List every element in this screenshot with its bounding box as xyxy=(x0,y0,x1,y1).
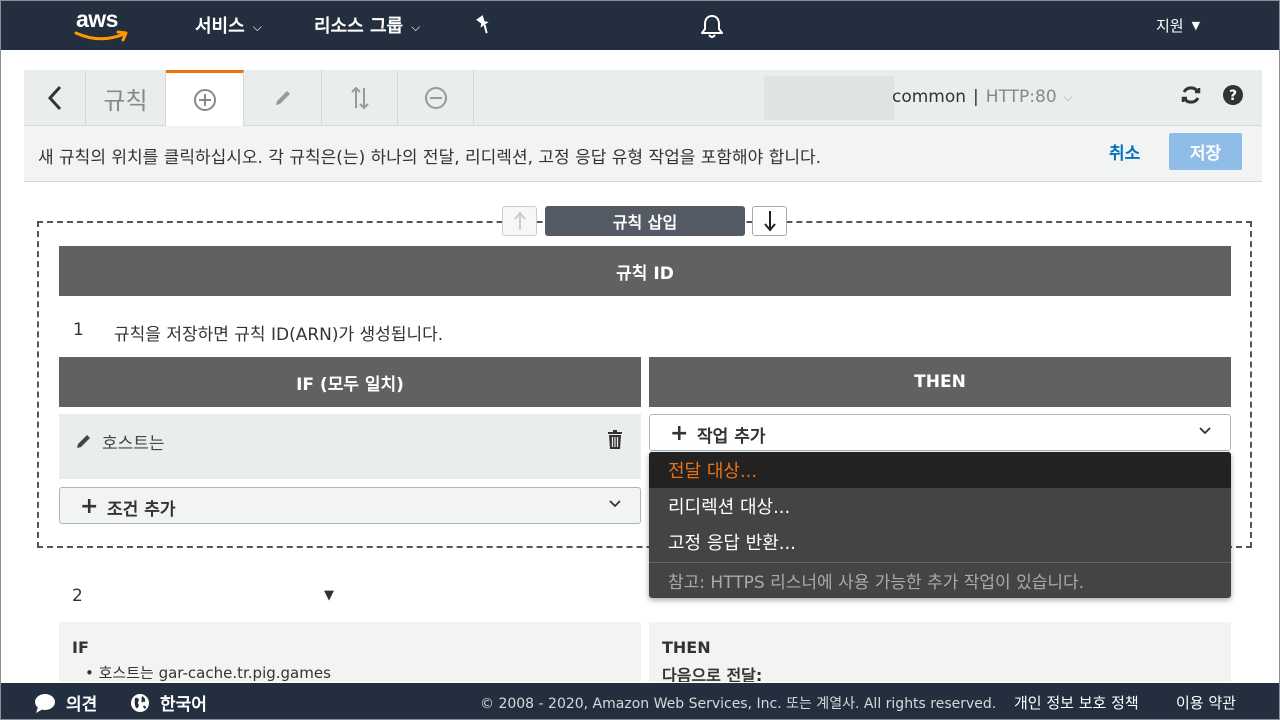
feedback-link[interactable]: 의견 xyxy=(34,690,97,715)
plus-icon: + xyxy=(80,494,99,519)
instruction-bar: 새 규칙의 위치를 클릭하십시오. 각 규칙은(는) 하나의 전달, 리디렉션,… xyxy=(24,126,1262,182)
chevron-down-icon xyxy=(1199,427,1211,435)
trash-icon[interactable] xyxy=(607,430,623,454)
insert-rule-label: 규칙 삽입 xyxy=(545,206,745,236)
menu-note: 참고: HTTPS 리스너에 사용 가능한 추가 작업이 있습니다. xyxy=(649,562,1231,598)
bell-icon[interactable] xyxy=(700,13,724,43)
condition-item[interactable]: 호스트는 xyxy=(59,414,641,479)
rule-number: 1 xyxy=(73,320,84,340)
pencil-icon[interactable] xyxy=(75,432,93,454)
then-header: THEN xyxy=(649,357,1231,407)
language-selector[interactable]: 한국어 xyxy=(130,690,207,715)
arrow-down-icon xyxy=(763,211,776,232)
speech-bubble-icon xyxy=(35,693,55,713)
condition-label: 호스트는 xyxy=(102,434,165,454)
chevron-down-icon: ⌵ xyxy=(252,19,262,34)
back-icon xyxy=(47,85,61,111)
support-menu[interactable]: 지원 ▼ xyxy=(1156,15,1200,36)
save-button[interactable]: 저장 xyxy=(1169,133,1242,170)
top-navigation: aws 서비스 ⌵ 리소스 그룹 ⌵ 지원 ▼ xyxy=(0,0,1280,50)
plus-icon: + xyxy=(670,421,689,446)
add-action-button[interactable]: + 작업 추가 xyxy=(649,414,1231,451)
rule-id-header: 규칙 ID xyxy=(59,246,1231,296)
listener-selector-background xyxy=(764,76,894,120)
add-condition-label: 조건 추가 xyxy=(107,500,176,520)
menu-item-redirect[interactable]: 리디렉션 대상... xyxy=(649,488,1231,524)
services-label: 서비스 xyxy=(195,16,245,37)
cancel-link[interactable]: 취소 xyxy=(1109,139,1140,164)
rule2-if-label: IF xyxy=(72,638,89,657)
instruction-text: 새 규칙의 위치를 클릭하십시오. 각 규칙은(는) 하나의 전달, 리디렉션,… xyxy=(38,148,822,168)
menu-item-fixed-response[interactable]: 고정 응답 반환... xyxy=(649,524,1231,560)
aws-smile-icon xyxy=(74,30,128,42)
copyright-text: © 2008 - 2020, Amazon Web Services, Inc.… xyxy=(480,696,997,712)
pencil-icon xyxy=(275,91,290,105)
listener-separator: | xyxy=(973,87,979,107)
resource-groups-menu[interactable]: 리소스 그룹 ⌵ xyxy=(314,12,420,38)
help-icon[interactable]: ? xyxy=(1222,84,1244,110)
move-down-button[interactable] xyxy=(752,206,787,236)
pin-icon[interactable] xyxy=(474,14,494,40)
resource-groups-label: 리소스 그룹 xyxy=(314,16,404,37)
rules-toolbar: 규칙 common | HTTP:80 ⌵ ? xyxy=(24,70,1262,126)
reorder-rules-button[interactable] xyxy=(322,70,398,126)
back-button[interactable] xyxy=(24,70,86,126)
sort-icon xyxy=(350,86,369,110)
caret-down-icon: ▼ xyxy=(1191,19,1201,32)
language-label: 한국어 xyxy=(160,695,207,715)
support-label: 지원 xyxy=(1156,17,1184,35)
terms-link[interactable]: 이용 약관 xyxy=(1176,692,1236,713)
chevron-down-icon: ⌵ xyxy=(411,19,421,34)
rule2-if-panel: IF • 호스트는 gar-cache.tr.pig.games xyxy=(59,622,641,682)
chevron-down-icon xyxy=(609,500,621,508)
action-dropdown-menu: 전달 대상... 리디렉션 대상... 고정 응답 반환... 참고: HTTP… xyxy=(649,452,1231,598)
minus-circle-icon xyxy=(424,87,447,109)
add-action-label: 작업 추가 xyxy=(697,427,766,447)
rule-id-note: 규칙을 저장하면 규칙 ID(ARN)가 생성됩니다. xyxy=(114,325,444,345)
feedback-label: 의견 xyxy=(66,695,98,715)
globe-icon xyxy=(131,693,149,712)
add-rule-button[interactable] xyxy=(166,70,244,126)
services-menu[interactable]: 서비스 ⌵ xyxy=(195,12,262,38)
menu-item-forward[interactable]: 전달 대상... xyxy=(649,452,1231,488)
svg-text:?: ? xyxy=(1229,88,1237,104)
rule2-then-action: 다음으로 전달: xyxy=(662,666,763,682)
console-footer: 의견 한국어 © 2008 - 2020, Amazon Web Service… xyxy=(0,683,1280,720)
rule2-then-panel: THEN 다음으로 전달: xyxy=(649,622,1231,682)
rule2-number[interactable]: 2 xyxy=(72,586,83,606)
move-up-button[interactable] xyxy=(502,206,537,236)
caret-down-icon[interactable]: ▼ xyxy=(324,588,334,603)
privacy-policy-link[interactable]: 개인 정보 보호 정책 xyxy=(1014,692,1139,713)
arrow-up-icon xyxy=(513,211,526,230)
aws-logo[interactable]: aws xyxy=(74,6,134,44)
if-header: IF (모두 일치) xyxy=(59,357,641,407)
chevron-down-icon: ⌵ xyxy=(1063,89,1073,104)
rule2-if-condition: • 호스트는 gar-cache.tr.pig.games xyxy=(85,664,331,682)
toolbar-title: 규칙 xyxy=(86,70,166,126)
listener-port: HTTP:80 xyxy=(985,87,1057,107)
edit-rules-button[interactable] xyxy=(244,70,322,126)
refresh-icon[interactable] xyxy=(1180,84,1202,110)
listener-selector[interactable]: common | HTTP:80 ⌵ xyxy=(892,87,1073,107)
delete-rules-button[interactable] xyxy=(398,70,474,126)
rule2-then-label: THEN xyxy=(662,638,711,657)
add-condition-button[interactable]: + 조건 추가 xyxy=(59,487,641,524)
listener-name: common xyxy=(892,87,967,107)
add-circle-icon xyxy=(193,88,216,111)
aws-logo-text: aws xyxy=(76,6,118,32)
